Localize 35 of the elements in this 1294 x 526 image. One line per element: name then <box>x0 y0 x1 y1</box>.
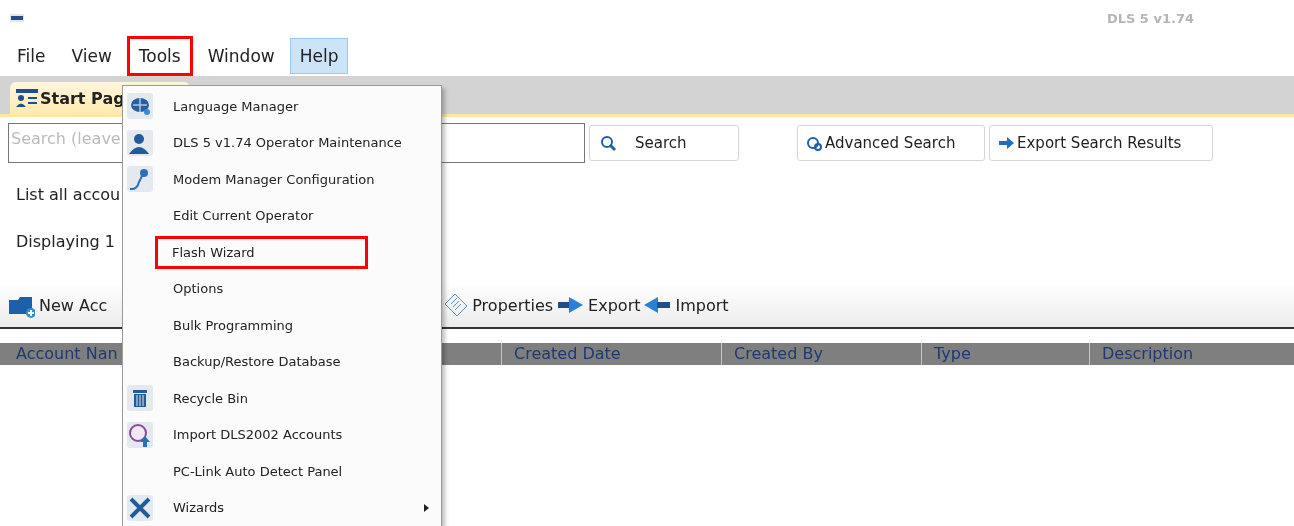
advanced-search-button[interactable]: Advanced Search <box>797 125 985 161</box>
menu-item[interactable]: Options <box>123 270 441 307</box>
contact-card-icon <box>16 89 38 107</box>
menu-item[interactable]: Tools <box>126 36 193 76</box>
arrow-right-icon <box>998 134 1015 152</box>
toolbar-button[interactable]: Properties <box>441 292 558 318</box>
info-text: Displaying 1 <box>16 232 116 251</box>
menu-item[interactable]: PC-Link Auto Detect Panel <box>123 453 441 490</box>
magnifier-icon <box>806 134 823 152</box>
trash-icon <box>127 385 153 412</box>
menu-item[interactable]: View <box>60 37 123 75</box>
info-text: List all accou <box>16 185 122 204</box>
menu-item[interactable]: Window <box>196 37 286 75</box>
menu-item[interactable]: Help <box>289 38 349 74</box>
toolbar-button[interactable]: Export <box>557 292 645 318</box>
disc-upload-icon <box>127 421 153 448</box>
menu-item[interactable]: Modem Manager Configuration <box>123 161 441 198</box>
export-results-button[interactable]: Export Search Results <box>989 125 1213 161</box>
menu-item[interactable]: Bulk Programming <box>123 307 441 344</box>
menu-item[interactable]: Backup/Restore Database <box>123 343 441 380</box>
globe-icon <box>127 93 153 120</box>
menu-item[interactable]: Wizards <box>123 489 441 526</box>
menu-item[interactable]: Recycle Bin <box>123 380 441 417</box>
person-icon <box>127 129 153 156</box>
menu-item[interactable]: Edit Current Operator <box>123 197 441 234</box>
window-title: DLS 5 v1.74 <box>1106 10 1194 26</box>
menu-item[interactable]: File <box>6 37 57 75</box>
toolbar-button[interactable]: New Acc <box>8 292 112 318</box>
app-logo-icon <box>10 14 24 22</box>
cable-icon <box>127 166 153 193</box>
toolbar-button[interactable]: Import <box>644 292 733 318</box>
search-icon <box>600 134 617 152</box>
menu-item[interactable]: Import DLS2002 Accounts <box>123 416 441 453</box>
search-button[interactable]: Search <box>589 125 739 161</box>
menu-item[interactable]: DLS 5 v1.74 Operator Maintenance <box>123 124 441 161</box>
